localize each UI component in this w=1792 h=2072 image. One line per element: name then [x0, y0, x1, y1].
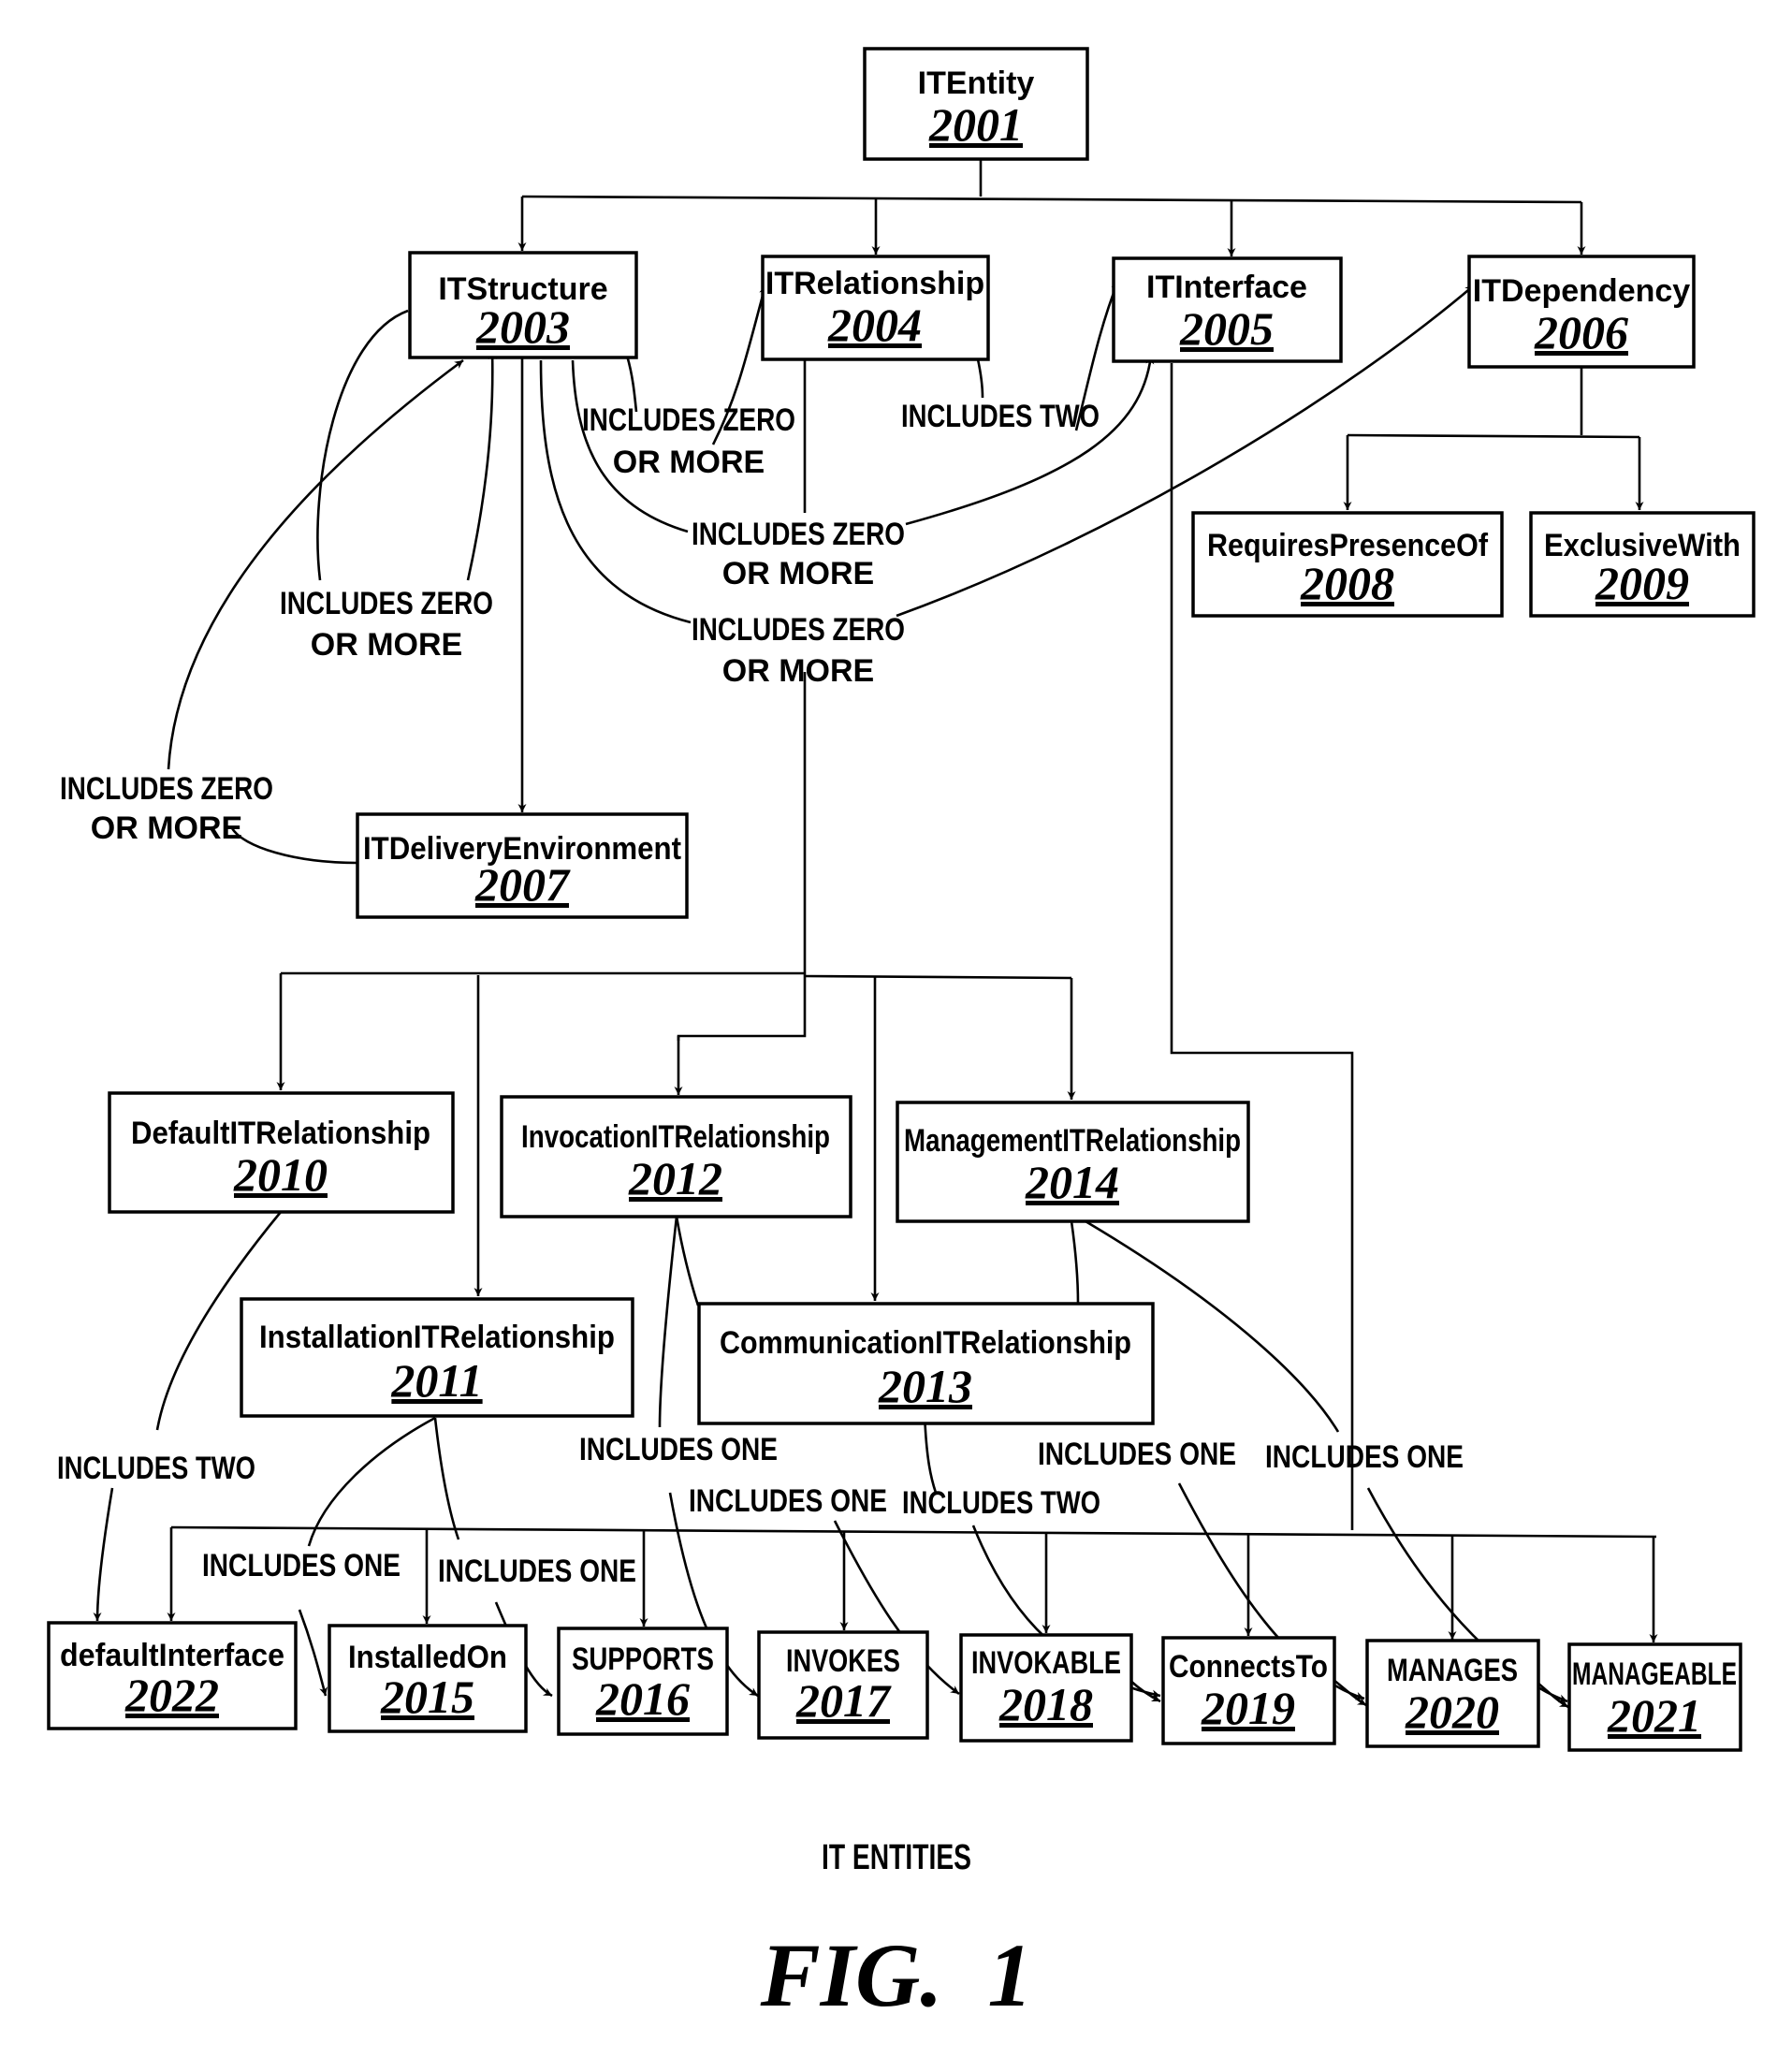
assoc-2011-2015-b [298, 1609, 328, 1697]
node-name: CommunicationITRelationship [720, 1325, 1131, 1361]
node-2014: ManagementITRelationship 2014 [896, 1101, 1250, 1223]
edge-label: INCLUDES ONE [1265, 1439, 1464, 1475]
node-name: MANAGEABLE [1572, 1656, 1737, 1692]
node-number: 2008 [1300, 557, 1394, 609]
edge-label: INCLUDES ZERO [692, 612, 905, 648]
node-number: 2004 [827, 299, 922, 351]
edge-label: INCLUDES TWO [57, 1451, 255, 1486]
assoc-2010-2022-b [93, 1487, 114, 1622]
edge-label: INCLUDES TWO [901, 399, 1100, 434]
node-number: 2019 [1201, 1682, 1295, 1734]
assoc-2012-2017-a [658, 1216, 678, 1428]
edge-label: INCLUDES ONE [1038, 1437, 1236, 1472]
assoc-2014-2020-a [1070, 1220, 1080, 1305]
node-2011: InstallationITRelationship 2011 [240, 1297, 634, 1418]
diagram-canvas: ITEntity 2001 ITStructure 2003 ITRelatio… [47, 47, 1756, 2025]
edge-label: INCLUDES ONE [438, 1554, 636, 1589]
assoc-2007-2003-a [230, 827, 358, 865]
node-2012: InvocationITRelationship 2012 [500, 1095, 852, 1218]
node-2009: ExclusiveWith 2009 [1529, 511, 1756, 618]
node-number: 2011 [390, 1354, 482, 1407]
node-2020: MANAGES 2020 [1365, 1639, 1540, 1748]
node-number: 2012 [628, 1152, 722, 1204]
node-number: 2001 [928, 98, 1023, 151]
edge-label: INCLUDES ZERO [280, 586, 493, 621]
node-2007: ITDeliveryEnvironment 2007 [356, 812, 689, 919]
assoc-2020-2021 [1537, 1682, 1569, 1709]
edge-label: OR MORE [91, 810, 242, 846]
node-number: 2009 [1595, 557, 1689, 609]
edge-label: OR MORE [722, 556, 874, 591]
assoc-2007-2003-b [167, 358, 464, 770]
edge-label: INCLUDES ZERO [582, 402, 795, 438]
node-name: ITInterface [1146, 270, 1307, 305]
edge-label: INCLUDES ONE [579, 1432, 778, 1467]
node-2006: ITDependency 2006 [1467, 255, 1696, 369]
node-number: 2020 [1405, 1685, 1499, 1738]
node-name: ITEntity [918, 66, 1035, 101]
node-2016: SUPPORTS 2016 [557, 1627, 729, 1736]
edge-label: OR MORE [311, 627, 462, 663]
node-number: 2006 [1534, 306, 1628, 358]
diagram-caption: IT ENTITIES [822, 1838, 971, 1877]
node-2015: InstalledOn 2015 [328, 1624, 528, 1733]
edge-label: OR MORE [613, 445, 765, 480]
assoc-2018-2019 [1129, 1679, 1161, 1703]
assoc-2003-self-a [316, 309, 409, 581]
assoc-2004-2005 [976, 358, 984, 399]
node-2013: CommunicationITRelationship 2013 [697, 1302, 1155, 1425]
node-2008: RequiresPresenceOf 2008 [1191, 511, 1504, 618]
node-number: 2021 [1607, 1689, 1701, 1742]
node-number: 2010 [233, 1148, 328, 1201]
node-2005: ITInterface 2005 [1112, 256, 1343, 363]
node-2019: ConnectsTo 2019 [1161, 1636, 1336, 1745]
node-name: InstallationITRelationship [259, 1320, 615, 1355]
node-number: 2005 [1179, 302, 1274, 355]
edge-label: OR MORE [722, 653, 874, 689]
connector-2001-bus [521, 159, 1582, 204]
node-number: 2015 [380, 1671, 474, 1723]
node-2017: INVOKES 2017 [757, 1630, 929, 1740]
assoc-2012-2018-a [675, 1216, 700, 1306]
figure-label: FIG. 1 [760, 1925, 1033, 2025]
node-name: INVOKABLE [971, 1645, 1121, 1681]
node-2018: INVOKABLE 2018 [959, 1633, 1133, 1743]
assoc-2003-self-b [466, 350, 497, 581]
node-number: 2013 [878, 1360, 972, 1412]
node-number: 2022 [124, 1669, 219, 1721]
edge-label: INCLUDES ONE [689, 1483, 887, 1519]
node-number: 2017 [795, 1674, 892, 1727]
node-number: 2016 [595, 1672, 690, 1725]
connector-2006-bus [1347, 365, 1640, 439]
node-2004: ITRelationship 2004 [761, 255, 990, 361]
assoc-2011-2015-a [307, 1416, 436, 1547]
node-name: ConnectsTo [1169, 1649, 1328, 1685]
assoc-2019-2020 [1333, 1678, 1367, 1707]
node-number: 2007 [474, 858, 571, 911]
edge-label: INCLUDES ZERO [692, 517, 905, 552]
node-2001: ITEntity 2001 [863, 47, 1089, 161]
node-name: InvocationITRelationship [521, 1119, 830, 1155]
node-name: ITRelationship [765, 266, 984, 301]
node-2021: MANAGEABLE 2021 [1567, 1642, 1742, 1752]
node-name: MANAGES [1387, 1653, 1518, 1688]
node-name: DefaultITRelationship [131, 1116, 430, 1151]
connector-2005-bus [170, 1525, 1657, 1539]
edge-label: INCLUDES TWO [902, 1485, 1100, 1521]
node-2022: defaultInterface 2022 [47, 1621, 298, 1730]
assoc-2011-2016-a [433, 1417, 460, 1540]
assoc-2003-2005-b [905, 355, 1155, 526]
node-number: 2003 [475, 300, 570, 353]
node-number: 2018 [998, 1678, 1093, 1730]
node-name: ITDependency [1473, 273, 1690, 309]
edge-label: INCLUDES ONE [202, 1548, 401, 1583]
node-name: ManagementITRelationship [904, 1123, 1241, 1159]
node-2010: DefaultITRelationship 2010 [108, 1091, 455, 1214]
node-number: 2014 [1025, 1156, 1119, 1208]
node-2003: ITStructure 2003 [408, 251, 638, 359]
edge-label: INCLUDES ZERO [60, 771, 273, 807]
connector-2004-bus [281, 971, 1072, 980]
